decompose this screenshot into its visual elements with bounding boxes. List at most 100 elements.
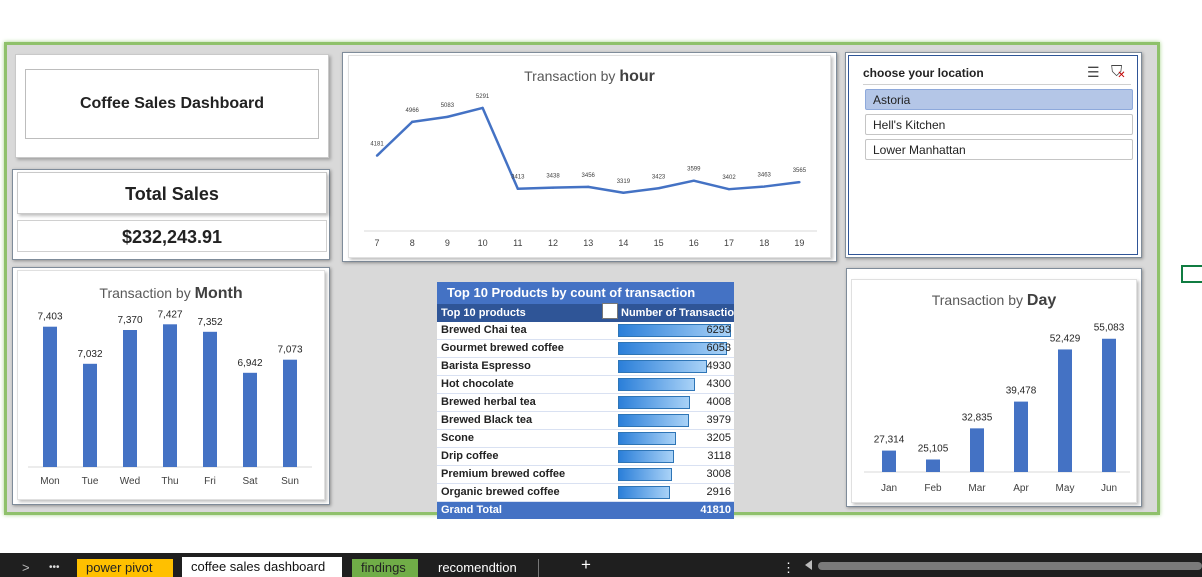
month-bar: [123, 330, 137, 467]
table-row: Premium brewed coffee 3008: [437, 466, 734, 484]
hour-tick-label: 7: [374, 238, 379, 248]
hour-tick-label: 18: [759, 238, 769, 248]
table-row: Brewed Chai tea 6293: [437, 322, 734, 340]
slicer-body: choose your location ☰ ⛉✕ Astoria Hell's…: [848, 55, 1138, 255]
count-value: 3205: [706, 432, 731, 444]
data-bar: [618, 378, 695, 391]
product-name-cell: Hot chocolate: [441, 378, 514, 390]
table-row: Organic brewed coffee 2916: [437, 484, 734, 502]
hour-point: [798, 180, 801, 184]
location-slicer: choose your location ☰ ⛉✕ Astoria Hell's…: [845, 52, 1142, 258]
month-tick-label: Wed: [120, 476, 140, 487]
day-tick-label: May: [1056, 483, 1075, 494]
day-data-label: 52,429: [1050, 333, 1081, 344]
month-tick-label: Fri: [204, 476, 216, 487]
slicer-header: choose your location: [863, 66, 984, 80]
tab-coffee-sales-dashboard[interactable]: coffee sales dashboard: [182, 557, 342, 577]
day-tick-label: Mar: [968, 483, 986, 494]
slicer-item-hells-kitchen[interactable]: Hell's Kitchen: [865, 114, 1133, 135]
product-name-cell: Brewed herbal tea: [441, 396, 536, 408]
product-name-cell: Premium brewed coffee: [441, 468, 566, 480]
hour-tick-label: 17: [724, 238, 734, 248]
day-bar-chart: 27,314 Jan 25,105 Feb 32,835 Mar 39,478 Apr 52,4…: [864, 323, 1130, 494]
table-row: Drip coffee 3118: [437, 448, 734, 466]
grand-total-cell: 41810: [617, 502, 734, 519]
slicer-divider: [863, 84, 1131, 85]
count-cell: 4930: [617, 358, 734, 375]
hour-chart-card: Transaction by hour 4181 7 4966 8 5083 9 5291 1…: [342, 52, 837, 262]
tab-scroll-right-icon[interactable]: >: [13, 559, 39, 577]
hour-data-label: 3319: [617, 179, 631, 185]
day-tick-label: Feb: [924, 483, 942, 494]
hour-point: [763, 185, 766, 188]
slicer-item-astoria[interactable]: Astoria: [865, 89, 1133, 110]
day-bar: [1058, 349, 1072, 472]
day-bar: [1014, 401, 1028, 472]
table-body: Brewed Chai tea 6293 Gourmet brewed coffee…: [437, 322, 734, 502]
month-data-label: 7,427: [157, 309, 182, 320]
filter-icon[interactable]: [602, 303, 618, 319]
hour-point: [481, 106, 484, 110]
day-tick-label: Jan: [881, 483, 897, 494]
multi-select-icon[interactable]: ☰: [1087, 64, 1100, 81]
product-name-cell: Drip coffee: [441, 450, 499, 462]
count-value: 2916: [706, 486, 731, 498]
hour-chart-area: Transaction by hour 4181 7 4966 8 5083 9 5291 1…: [348, 55, 831, 258]
more-tabs-icon[interactable]: •••: [40, 559, 69, 577]
count-cell: 4300: [617, 376, 734, 393]
month-data-label: 7,370: [117, 315, 142, 326]
count-value: 4930: [706, 360, 731, 372]
tab-power-pivot[interactable]: power pivot: [77, 559, 173, 577]
tab-findings[interactable]: findings: [352, 559, 418, 577]
slicer-item-lower-manhattan[interactable]: Lower Manhattan: [865, 139, 1133, 160]
hour-data-label: 3423: [652, 174, 666, 180]
hour-point: [692, 179, 695, 182]
month-tick-label: Thu: [161, 476, 178, 487]
tab-recomendtion[interactable]: recomendtion: [429, 559, 539, 577]
column-header-products: Top 10 products: [441, 307, 526, 319]
hour-data-label: 3413: [511, 175, 525, 181]
count-cell: 3979: [617, 412, 734, 429]
hour-line-chart: 4181 7 4966 8 5083 9 5291 10 3413 11 3438 12 3456 13 3…: [364, 94, 817, 248]
hour-data-label: 4966: [406, 108, 420, 114]
hour-data-label: 3599: [687, 167, 701, 173]
product-name-cell: Gourmet brewed coffee: [441, 342, 564, 354]
day-data-label: 25,105: [918, 443, 949, 454]
month-chart-card: Transaction by Month 7,403 Mon 7,032 Tue 7,3…: [12, 267, 330, 505]
total-sales-value: $232,243.91: [17, 220, 327, 252]
month-chart-area: Transaction by Month 7,403 Mon 7,032 Tue 7,3…: [17, 270, 325, 500]
hour-point: [587, 185, 590, 189]
hour-tick-label: 15: [654, 238, 664, 248]
month-bar: [163, 324, 177, 467]
hour-data-label: 3456: [582, 173, 596, 179]
hour-point: [657, 187, 660, 190]
clear-filter-icon[interactable]: ⛉✕: [1111, 63, 1131, 81]
month-bar-chart: 7,403 Mon 7,032 Tue 7,370 Wed 7,427 Thu 7,352 Fri…: [28, 309, 312, 487]
selected-cell[interactable]: [1181, 265, 1202, 283]
product-name-cell: Organic brewed coffee: [441, 486, 560, 498]
month-tick-label: Mon: [40, 476, 59, 487]
month-data-label: 7,032: [77, 349, 102, 360]
hour-data-label: 3463: [758, 173, 772, 179]
scroll-left-icon[interactable]: [800, 560, 812, 570]
data-bar: [618, 396, 690, 409]
month-bar: [83, 363, 97, 467]
horizontal-scrollbar[interactable]: [818, 562, 1202, 570]
count-cell: 4008: [617, 394, 734, 411]
count-cell: 6053: [617, 340, 734, 357]
column-header-count: Number of Transactio: [621, 307, 734, 319]
hour-data-label: 3402: [722, 175, 736, 181]
month-bar: [283, 359, 297, 467]
table-row: Brewed Black tea 3979: [437, 412, 734, 430]
dashboard-title: Coffee Sales Dashboard: [25, 69, 319, 139]
hour-data-label: 5291: [476, 94, 490, 100]
product-name-cell: Scone: [441, 432, 475, 444]
table-row: Barista Espresso 4930: [437, 358, 734, 376]
title-card: Coffee Sales Dashboard: [15, 54, 329, 158]
data-bar: [618, 450, 674, 463]
count-cell: 2916: [617, 484, 734, 501]
hour-point: [375, 154, 379, 157]
count-value: 3008: [706, 468, 731, 480]
add-sheet-icon[interactable]: +: [572, 556, 600, 574]
day-data-label: 55,083: [1094, 323, 1125, 334]
